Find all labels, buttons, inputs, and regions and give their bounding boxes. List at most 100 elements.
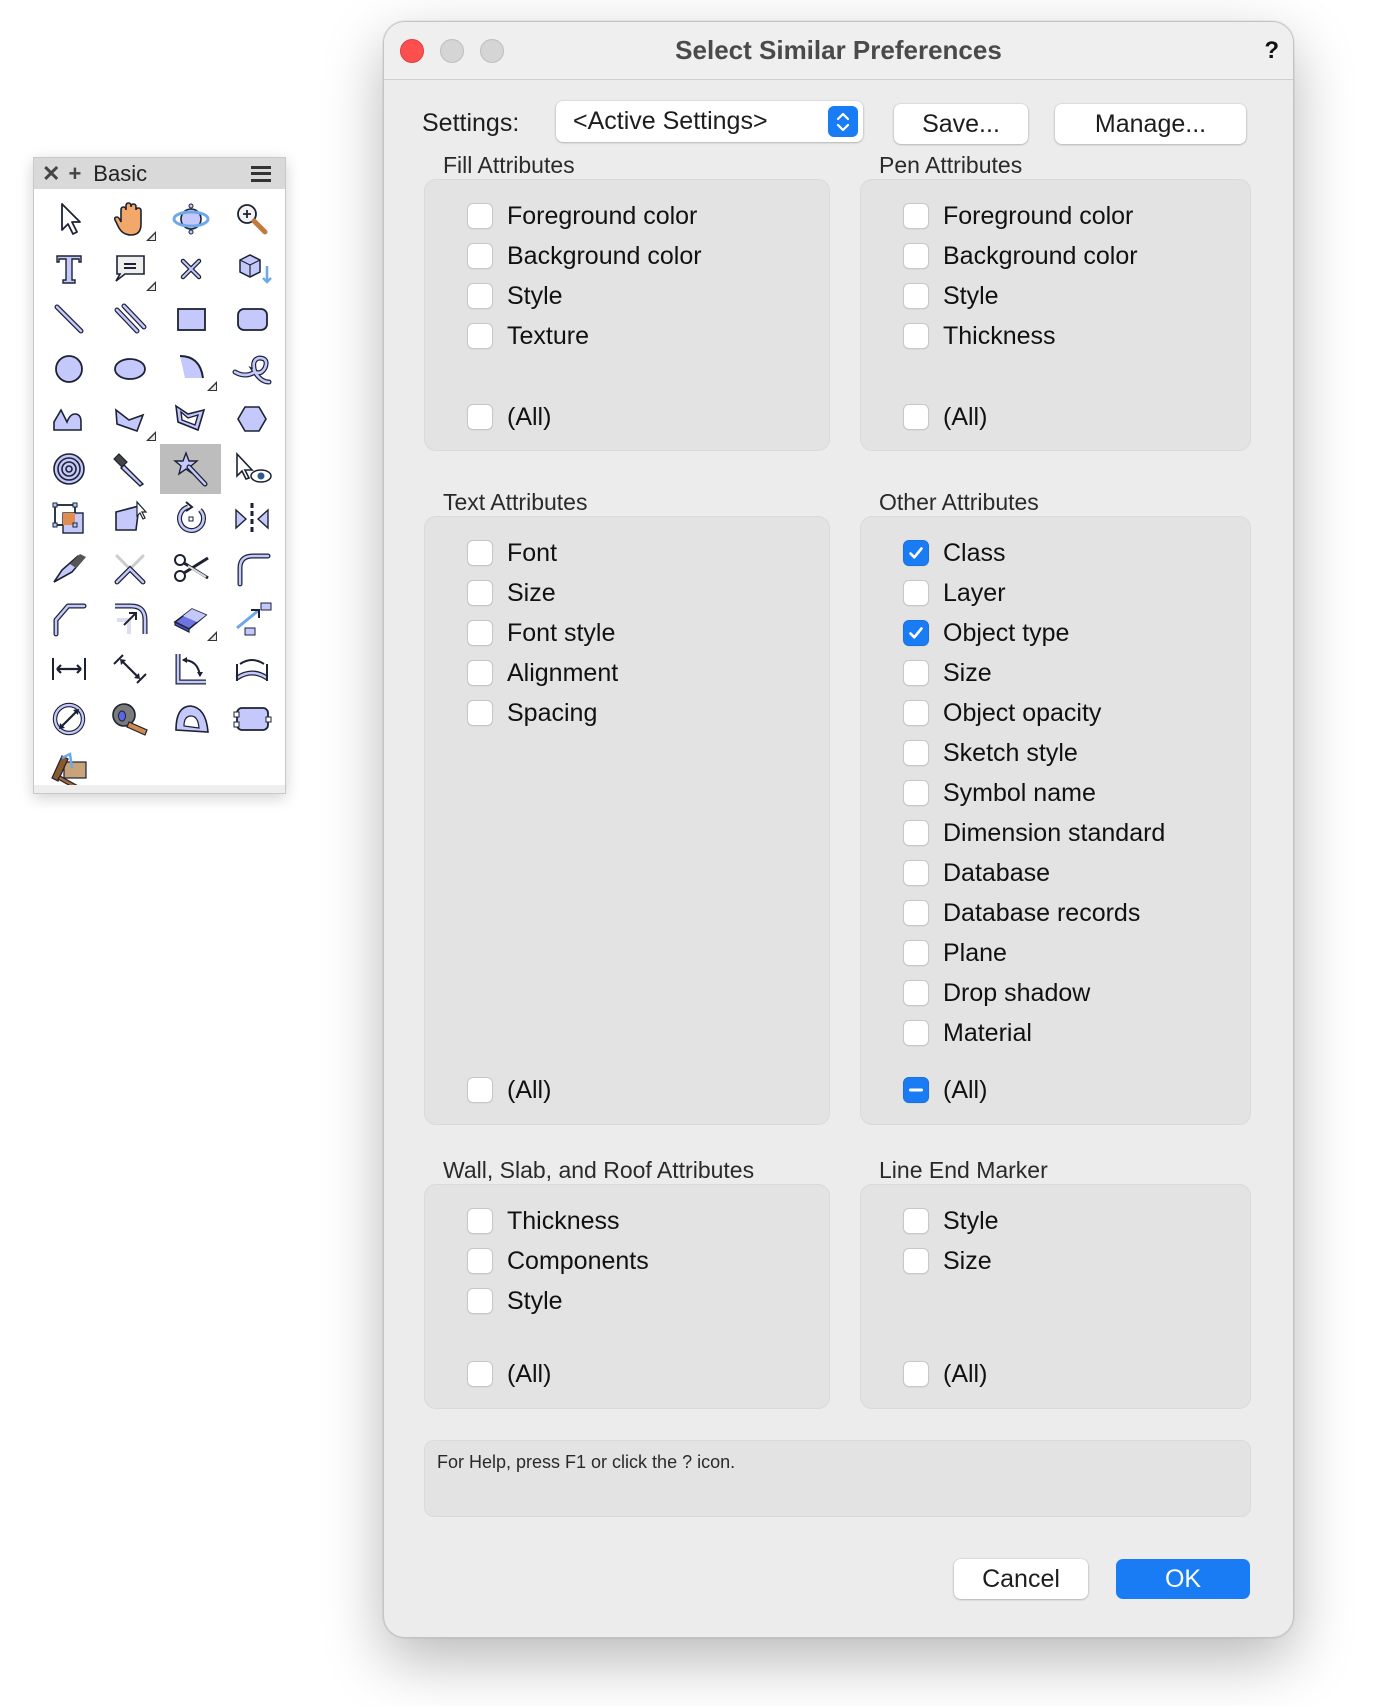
checkbox-other-dimension-standard[interactable]: Dimension standard — [903, 818, 1165, 848]
checkbox[interactable] — [467, 323, 493, 349]
checkbox-other-object-type[interactable]: Object type — [903, 618, 1069, 648]
checkbox-wall-all[interactable]: (All) — [467, 1359, 551, 1389]
checkbox-pen-all[interactable]: (All) — [903, 402, 987, 432]
selection-tool[interactable] — [38, 194, 99, 244]
checkbox-other-plane[interactable]: Plane — [903, 938, 1007, 968]
double-line-tool[interactable] — [99, 294, 160, 344]
visibility-tool[interactable] — [221, 444, 282, 494]
checkbox-other-all[interactable]: (All) — [903, 1075, 987, 1105]
polyline-tool[interactable] — [38, 394, 99, 444]
flyover-tool[interactable] — [160, 194, 221, 244]
checkbox[interactable] — [903, 1020, 929, 1046]
mirror-tool[interactable] — [221, 494, 282, 544]
checkbox[interactable] — [903, 283, 929, 309]
checkbox[interactable] — [903, 860, 929, 886]
checkbox-fill-texture[interactable]: Texture — [467, 321, 589, 351]
arc-length-dimension-tool[interactable] — [221, 644, 282, 694]
checkbox[interactable] — [467, 404, 493, 430]
checkbox-text-font[interactable]: Font — [467, 538, 557, 568]
checkbox-text-font-style[interactable]: Font style — [467, 618, 615, 648]
manage-button[interactable]: Manage... — [1055, 104, 1246, 144]
checkbox-pen-style[interactable]: Style — [903, 281, 999, 311]
select-similar-tool[interactable] — [160, 444, 221, 494]
checkbox[interactable] — [903, 740, 929, 766]
checkbox[interactable] — [903, 980, 929, 1006]
checkbox[interactable] — [467, 283, 493, 309]
checkbox[interactable] — [467, 700, 493, 726]
checkbox-other-symbol-name[interactable]: Symbol name — [903, 778, 1096, 808]
checkbox[interactable] — [467, 203, 493, 229]
settings-popup[interactable]: <Active Settings> — [556, 101, 863, 142]
checkbox-text-size[interactable]: Size — [467, 578, 556, 608]
checkbox[interactable] — [467, 1208, 493, 1234]
angular-dimension-tool[interactable] — [160, 644, 221, 694]
fillet-tool[interactable] — [221, 544, 282, 594]
checkbox-other-sketch-style[interactable]: Sketch style — [903, 738, 1078, 768]
spiral-tool[interactable] — [38, 444, 99, 494]
trim-tool[interactable] — [99, 544, 160, 594]
locus-tool[interactable] — [160, 244, 221, 294]
split-tool[interactable] — [38, 544, 99, 594]
zoom-tool[interactable] — [221, 194, 282, 244]
checkbox-wall-style[interactable]: Style — [467, 1286, 563, 1316]
regular-polygon-tool[interactable] — [221, 394, 282, 444]
rounded-rectangle-tool[interactable] — [221, 294, 282, 344]
arc-tool[interactable] — [160, 344, 221, 394]
dimension-tool[interactable] — [38, 644, 99, 694]
eraser-tool[interactable] — [160, 594, 221, 644]
double-line-polygon-tool[interactable] — [160, 394, 221, 444]
checkbox-other-drop-shadow[interactable]: Drop shadow — [903, 978, 1090, 1008]
checkbox-fill-style[interactable]: Style — [467, 281, 563, 311]
checkbox[interactable] — [903, 243, 929, 269]
checkbox-wall-thickness[interactable]: Thickness — [467, 1206, 620, 1236]
palette-close-icon[interactable]: ✕ — [42, 161, 60, 187]
tape-measure-tool[interactable] — [99, 694, 160, 744]
reshape-tool[interactable] — [38, 494, 99, 544]
checkbox[interactable] — [903, 940, 929, 966]
cancel-button[interactable]: Cancel — [954, 1559, 1088, 1599]
help-icon[interactable]: ? — [1264, 22, 1279, 79]
checkbox[interactable] — [467, 540, 493, 566]
checkbox[interactable] — [467, 243, 493, 269]
checkbox[interactable] — [467, 580, 493, 606]
checkbox[interactable] — [903, 780, 929, 806]
checkbox-text-spacing[interactable]: Spacing — [467, 698, 597, 728]
checkbox[interactable] — [903, 1208, 929, 1234]
checkbox[interactable] — [903, 900, 929, 926]
checkbox-text-alignment[interactable]: Alignment — [467, 658, 618, 688]
radial-dimension-tool[interactable] — [38, 694, 99, 744]
checkbox[interactable] — [467, 1248, 493, 1274]
checkbox[interactable] — [903, 323, 929, 349]
checkbox[interactable] — [903, 700, 929, 726]
checkbox[interactable] — [903, 580, 929, 606]
checkbox[interactable] — [903, 820, 929, 846]
checkbox[interactable] — [903, 404, 929, 430]
checkbox-other-size[interactable]: Size — [903, 658, 992, 688]
checkbox[interactable] — [467, 660, 493, 686]
eyedropper-tool[interactable] — [99, 444, 160, 494]
checkbox-other-class[interactable]: Class — [903, 538, 1006, 568]
aligned-dimension-tool[interactable] — [99, 644, 160, 694]
checkbox-mixed[interactable] — [903, 1077, 929, 1103]
checkbox-pen-thickness[interactable]: Thickness — [903, 321, 1056, 351]
hamburger-menu-icon[interactable] — [251, 165, 271, 182]
rectangle-tool[interactable] — [160, 294, 221, 344]
checkbox-other-layer[interactable]: Layer — [903, 578, 1006, 608]
checkbox-lineend-size[interactable]: Size — [903, 1246, 992, 1276]
checkbox-text-all[interactable]: (All) — [467, 1075, 551, 1105]
palette-header[interactable]: ✕ + Basic — [34, 158, 285, 189]
checkbox[interactable] — [467, 1077, 493, 1103]
checkbox-other-material[interactable]: Material — [903, 1018, 1032, 1048]
palette-add-icon[interactable]: + — [68, 161, 81, 187]
3d-locus-tool[interactable] — [221, 244, 282, 294]
protractor-tool[interactable] — [160, 694, 221, 744]
rotate-tool[interactable] — [160, 494, 221, 544]
checkbox[interactable] — [467, 1288, 493, 1314]
checkbox-fill-background-color[interactable]: Background color — [467, 241, 702, 271]
checkbox[interactable] — [467, 1361, 493, 1387]
scissors-tool[interactable] — [160, 544, 221, 594]
checkbox-checked[interactable] — [903, 540, 929, 566]
checkbox-other-database[interactable]: Database — [903, 858, 1050, 888]
checkbox-checked[interactable] — [903, 620, 929, 646]
checkbox[interactable] — [903, 203, 929, 229]
